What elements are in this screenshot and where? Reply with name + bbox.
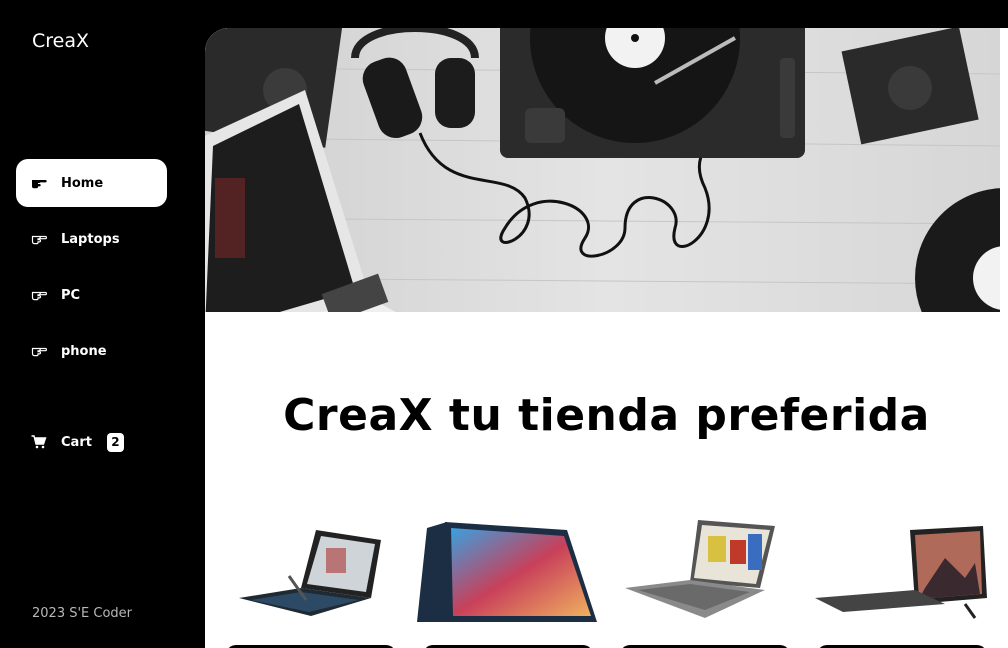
hand-pointer-icon xyxy=(30,344,48,358)
sidebar-item-label: phone xyxy=(61,343,107,359)
sidebar-item-cart[interactable]: Cart 2 xyxy=(16,418,167,466)
hand-pointer-icon xyxy=(30,232,48,246)
hero-image xyxy=(205,28,1008,312)
cart-icon xyxy=(30,435,48,449)
page-title: CreaX tu tienda preferida xyxy=(283,390,930,441)
app-window: CreaX Home Laptops PC phone Cart 2 2023 … xyxy=(0,0,1008,648)
sidebar-item-pc[interactable]: PC xyxy=(16,271,167,319)
hand-pointer-icon xyxy=(30,176,48,190)
sidebar-item-label: PC xyxy=(61,287,81,303)
brand-logo[interactable]: CreaX xyxy=(32,30,89,52)
sidebar-item-label: Home xyxy=(61,175,104,191)
product-card-image[interactable] xyxy=(620,518,795,628)
product-card-image[interactable] xyxy=(815,518,990,628)
product-card-image[interactable] xyxy=(231,518,406,628)
hand-pointer-icon xyxy=(30,288,48,302)
sidebar-item-home[interactable]: Home xyxy=(16,159,167,207)
sidebar: CreaX Home Laptops PC phone Cart 2 2023 … xyxy=(0,0,205,648)
product-card-image[interactable] xyxy=(417,518,597,628)
footer-credit: 2023 S'E Coder xyxy=(32,606,133,621)
main-content: CreaX tu tienda preferida xyxy=(205,28,1008,648)
sidebar-item-phone[interactable]: phone xyxy=(16,327,167,375)
sidebar-item-label: Laptops xyxy=(61,231,120,247)
sidebar-item-laptops[interactable]: Laptops xyxy=(16,215,167,263)
cart-count-badge: 2 xyxy=(106,432,124,452)
cart-label: Cart xyxy=(61,434,92,450)
